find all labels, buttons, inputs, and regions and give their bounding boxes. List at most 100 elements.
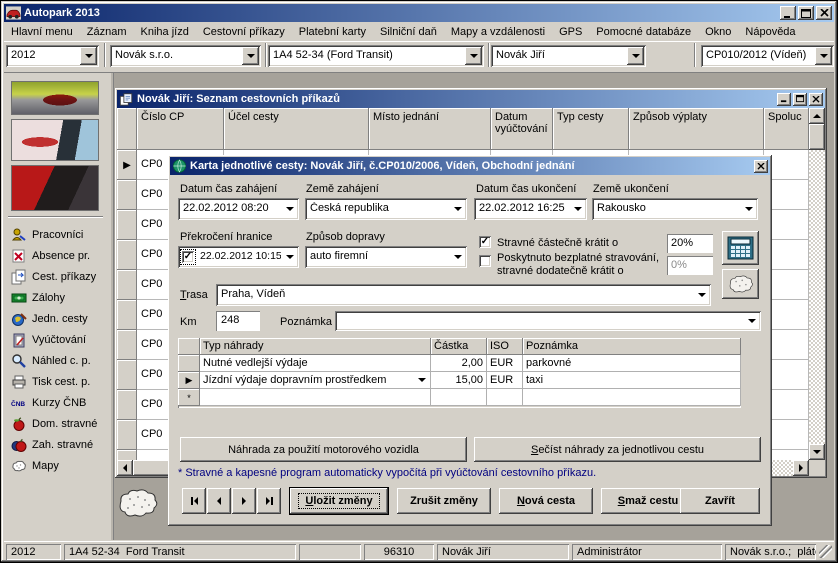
row-selector[interactable] xyxy=(117,420,137,450)
vehicle-reimbursement-button[interactable]: Náhrada za použití motorového vozidla xyxy=(180,437,467,462)
menu-hlavni-menu[interactable]: Hlavní menu xyxy=(4,24,80,40)
menu-kniha-jizd[interactable]: Kniha jízd xyxy=(134,24,196,40)
menu-zaznam[interactable]: Záznam xyxy=(80,24,134,40)
scroll-left-icon[interactable] xyxy=(117,460,133,476)
border-crossing-checkbox[interactable]: ✓ xyxy=(181,250,195,264)
column-header-misto-jednani[interactable]: Místo jednání xyxy=(369,108,491,150)
scrollbar-thumb[interactable] xyxy=(809,124,825,150)
close-dialog-button[interactable]: Zavřít xyxy=(680,488,760,514)
minimize-button[interactable] xyxy=(777,93,791,106)
driver-combobox[interactable]: Novák Jiří xyxy=(491,45,646,67)
grid-row-new[interactable]: * xyxy=(178,389,741,406)
grid-column-poznamka[interactable]: Poznámka xyxy=(523,338,741,355)
column-header-spolucestujici[interactable]: Spoluc xyxy=(764,108,809,150)
route-combobox[interactable]: Praha, Vídeň xyxy=(216,284,711,306)
column-header-ucel-cesty[interactable]: Účel cesty xyxy=(224,108,369,150)
scroll-right-icon[interactable] xyxy=(793,460,809,476)
new-trip-button[interactable]: Nová cesta xyxy=(499,488,593,514)
column-header-zpusob-vyplaty[interactable]: Způsob výplaty xyxy=(629,108,764,150)
nav-last-button[interactable] xyxy=(257,488,281,514)
sidebar-item-nahled[interactable]: Náhled c. p. xyxy=(11,351,91,371)
sidebar-item-dom-stravne[interactable]: Dom. stravné xyxy=(11,414,97,434)
sidebar-item-zah-stravne[interactable]: Zah. stravné xyxy=(11,435,93,455)
row-selector[interactable]: ▶ xyxy=(117,150,137,180)
row-selector[interactable] xyxy=(117,390,137,420)
dialog-titlebar[interactable]: Karta jednotlivé cesty: Novák Jiří, č.CP… xyxy=(170,157,770,175)
nav-next-button[interactable] xyxy=(232,488,256,514)
nav-first-button[interactable] xyxy=(182,488,206,514)
resize-grip[interactable] xyxy=(819,545,832,558)
close-button[interactable] xyxy=(816,6,832,20)
menu-okno[interactable]: Okno xyxy=(698,24,738,40)
scroll-down-icon[interactable] xyxy=(809,444,825,460)
scroll-up-icon[interactable] xyxy=(809,108,825,124)
row-selector[interactable]: ▶ xyxy=(178,372,200,389)
chevron-down-icon[interactable] xyxy=(80,47,97,65)
sidebar-item-tisk[interactable]: Tisk cest. p. xyxy=(11,372,90,392)
maximize-button[interactable] xyxy=(793,93,807,106)
menu-pomocne-databaze[interactable]: Pomocné databáze xyxy=(589,24,698,40)
company-combobox[interactable]: Novák s.r.o. xyxy=(110,45,261,67)
chevron-down-icon[interactable] xyxy=(744,313,759,329)
grid-row-selected[interactable]: ▶ Jízdní výdaje dopravním prostředkem 15… xyxy=(178,372,741,389)
menu-silnicni-dan[interactable]: Silniční daň xyxy=(373,24,444,40)
map-button[interactable] xyxy=(722,269,759,299)
grid-column-castka[interactable]: Částka xyxy=(431,338,487,355)
menu-mapy-a-vzdalenosti[interactable]: Mapy a vzdálenosti xyxy=(444,24,552,40)
chevron-down-icon[interactable] xyxy=(414,373,429,386)
new-row-selector[interactable]: * xyxy=(117,450,137,460)
chevron-down-icon[interactable] xyxy=(694,286,709,304)
row-selector[interactable] xyxy=(117,300,137,330)
row-selector[interactable] xyxy=(117,240,137,270)
meal-reduction-percent-field[interactable]: 20% xyxy=(667,234,713,253)
grid-column-iso[interactable]: ISO xyxy=(487,338,523,355)
sidebar-item-zalohy[interactable]: Zálohy xyxy=(11,288,65,308)
row-selector[interactable] xyxy=(117,210,137,240)
column-header-datum-vyuctovani[interactable]: Datum vyúčtování xyxy=(491,108,553,150)
row-selector[interactable] xyxy=(117,330,137,360)
sidebar-item-jedn-cesty[interactable]: Jedn. cesty xyxy=(11,309,88,329)
grid-column-typ-nahrady[interactable]: Typ náhrady xyxy=(200,338,431,355)
chevron-down-icon[interactable] xyxy=(450,248,465,266)
chevron-down-icon[interactable] xyxy=(283,248,297,266)
column-header-cislo-cp[interactable]: Číslo CP xyxy=(137,108,224,150)
km-field[interactable]: 248 xyxy=(216,311,260,331)
row-selector[interactable] xyxy=(117,270,137,300)
chevron-down-icon[interactable] xyxy=(242,47,259,65)
vertical-scrollbar[interactable] xyxy=(809,108,825,460)
chevron-down-icon[interactable] xyxy=(282,200,297,218)
chevron-down-icon[interactable] xyxy=(570,200,585,218)
sidebar-item-kurzy-cnb[interactable]: ČNB Kurzy ČNB xyxy=(11,393,86,413)
row-selector[interactable] xyxy=(117,360,137,390)
travel-order-combobox[interactable]: CP010/2012 (Vídeň) xyxy=(701,45,834,67)
note-combobox[interactable] xyxy=(335,311,761,331)
column-header-selector[interactable] xyxy=(117,108,137,150)
sidebar-item-mapy[interactable]: Mapy xyxy=(11,456,59,476)
chevron-down-icon[interactable] xyxy=(465,47,482,65)
sum-reimbursements-button[interactable]: Sečíst náhrady za jednotlivou cestu xyxy=(474,437,761,462)
menu-gps[interactable]: GPS xyxy=(552,24,589,40)
sidebar-item-cest-prikazy[interactable]: Cest. příkazy xyxy=(11,267,96,287)
chevron-down-icon[interactable] xyxy=(450,200,465,218)
chevron-down-icon[interactable] xyxy=(741,200,756,218)
menu-platebni-karty[interactable]: Platební karty xyxy=(292,24,373,40)
vehicle-combobox[interactable]: 1A4 52-34 (Ford Transit) xyxy=(268,45,484,67)
end-country-combobox[interactable]: Rakousko xyxy=(592,198,758,220)
start-country-combobox[interactable]: Česká republika xyxy=(305,198,467,220)
sidebar-item-absence[interactable]: Absence pr. xyxy=(11,246,90,266)
extra-reduction-percent-field[interactable]: 0% xyxy=(667,256,713,275)
column-header-typ-cesty[interactable]: Typ cesty xyxy=(553,108,629,150)
close-icon[interactable] xyxy=(754,160,768,173)
calculator-button[interactable] xyxy=(722,231,759,265)
start-datetime-combobox[interactable]: 22.02.2012 08:20 xyxy=(178,198,299,220)
sidebar-item-pracovnici[interactable]: Pracovníci xyxy=(11,225,83,245)
minimize-button[interactable] xyxy=(780,6,796,20)
free-meals-checkbox[interactable] xyxy=(479,255,491,267)
menu-cestovni-prikazy[interactable]: Cestovní příkazy xyxy=(196,24,292,40)
nav-previous-button[interactable] xyxy=(207,488,231,514)
list-window-titlebar[interactable]: Novák Jiří: Seznam cestovních příkazů xyxy=(117,90,825,108)
chevron-down-icon[interactable] xyxy=(815,47,832,65)
save-changes-button[interactable]: Uložit změny xyxy=(289,487,389,515)
border-crossing-datetime-combobox[interactable]: ✓ 22.02.2012 10:15 xyxy=(178,246,299,268)
end-datetime-combobox[interactable]: 22.02.2012 16:25 xyxy=(474,198,587,220)
